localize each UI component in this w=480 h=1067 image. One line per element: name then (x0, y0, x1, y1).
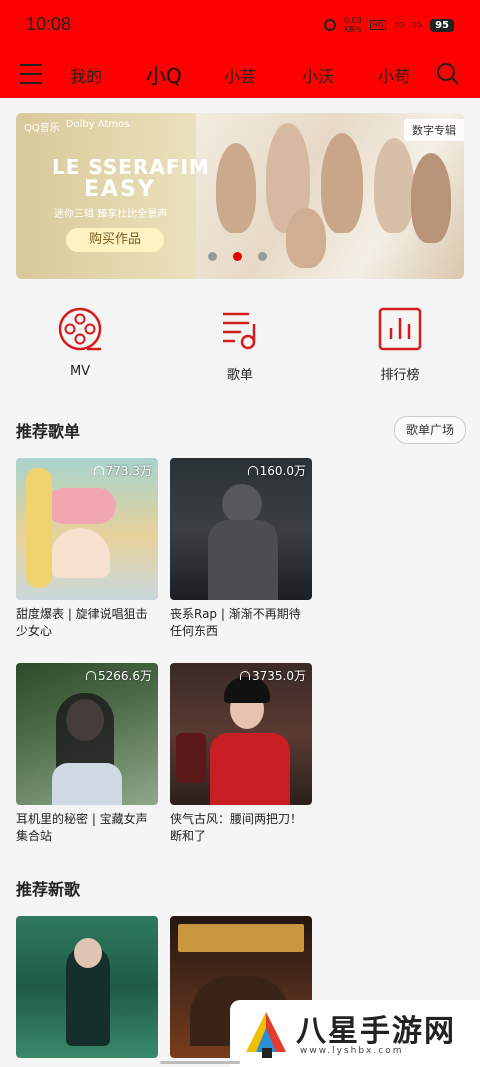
carousel-dot[interactable] (208, 252, 217, 261)
tab-xiaoq[interactable]: 小Q (146, 60, 182, 89)
play-count: 3735.0万 (240, 667, 306, 684)
signal-icon-2: 5G (412, 21, 423, 29)
headphone-icon (93, 466, 104, 475)
tab-mine[interactable]: 我的 (70, 63, 102, 87)
carousel-dot[interactable] (258, 252, 267, 261)
signal-icon: 5G (394, 21, 405, 29)
playlist-plaza-button[interactable]: 歌单广场 (394, 416, 466, 444)
playlist-card[interactable]: 5266.6万 耳机里的秘密 | 宝藏女声集合站 (16, 663, 158, 845)
playlist-cover: 3735.0万 (170, 663, 312, 805)
playlist-name: 耳机里的秘密 | 宝藏女声集合站 (16, 812, 148, 843)
hd-icon: HD (369, 20, 387, 30)
playlist-name: 侠气古风：腰间两把刀！断和了 (170, 812, 303, 843)
playlist-card[interactable]: 773.3万 甜度爆表 | 旋律说唱狙击少女心 (16, 458, 158, 640)
play-count: 5266.6万 (86, 667, 152, 684)
buy-button[interactable]: 购买作品 (66, 228, 164, 252)
headphone-icon (247, 466, 258, 475)
watermark-logo (246, 1012, 286, 1058)
playlist-button[interactable]: 歌单 (195, 306, 285, 383)
mv-button[interactable]: MV (35, 306, 125, 379)
top-nav: 我的 小Q 小芸 小沃 小苟 (0, 50, 480, 98)
section-title-new-songs: 推荐新歌 (16, 880, 81, 899)
playlist-cover: 5266.6万 (16, 663, 158, 805)
banner-logos: QQ音乐 Dolby Atmos (24, 119, 130, 134)
home-indicator[interactable] (160, 1061, 240, 1064)
section-title-playlists: 推荐歌单 (16, 422, 81, 441)
tab-xiaowo[interactable]: 小沃 (302, 63, 334, 87)
chart-icon (378, 307, 422, 351)
tab-xiaoyun[interactable]: 小芸 (224, 63, 256, 87)
play-count: 160.0万 (247, 462, 306, 479)
site-watermark: 八星手游网 www.lyshbx.com (230, 1000, 480, 1067)
playlist-card[interactable]: 160.0万 丧系Rap | 渐渐不再期待任何东西 (170, 458, 312, 640)
chart-button[interactable]: 排行榜 (355, 306, 445, 383)
status-bar: 10:08 0.00 KB/s HD 5G 5G 95 (0, 0, 480, 50)
playlist-icon (223, 312, 256, 350)
alarm-icon (323, 19, 336, 31)
watermark-url: www.lyshbx.com (300, 1046, 404, 1056)
song-card[interactable] (16, 916, 158, 1058)
playlist-cover: 773.3万 (16, 458, 158, 600)
status-icons: 0.00 KB/s HD 5G 5G 95 (323, 16, 454, 34)
play-count: 773.3万 (93, 462, 152, 479)
playlist-card[interactable]: 3735.0万 侠气古风：腰间两把刀！断和了 (170, 663, 312, 845)
headphone-icon (240, 671, 250, 680)
promo-banner[interactable]: QQ音乐 Dolby Atmos 数字专辑 LE SSERAFIM EASY 迷你… (16, 113, 464, 279)
battery-indicator: 95 (430, 18, 454, 32)
search-icon[interactable] (436, 62, 460, 86)
menu-icon[interactable] (20, 64, 42, 84)
status-time: 10:08 (26, 14, 72, 34)
film-reel-icon (58, 307, 102, 351)
playlist-label: 歌单 (226, 368, 253, 383)
network-speed: 0.00 KB/s (343, 16, 362, 34)
digital-album-tag: 数字专辑 (404, 119, 464, 141)
watermark-text: 八星手游网 (296, 1014, 456, 1049)
mv-label: MV (69, 364, 91, 379)
banner-title: LE SSERAFIM (52, 155, 210, 179)
carousel-dot-active[interactable] (233, 252, 242, 261)
song-cover (16, 916, 158, 1058)
playlist-cover: 160.0万 (170, 458, 312, 600)
tab-xiaogou[interactable]: 小苟 (378, 63, 410, 87)
playlist-name: 甜度爆表 | 旋律说唱狙击少女心 (16, 607, 148, 638)
headphone-icon (86, 671, 96, 680)
carousel-dots (208, 252, 267, 261)
chart-label: 排行榜 (380, 368, 420, 383)
playlist-name: 丧系Rap | 渐渐不再期待任何东西 (170, 607, 301, 638)
banner-subtitle: 迷你三辑 臻享杜比全景声 (54, 209, 168, 220)
banner-album: EASY (84, 177, 156, 202)
